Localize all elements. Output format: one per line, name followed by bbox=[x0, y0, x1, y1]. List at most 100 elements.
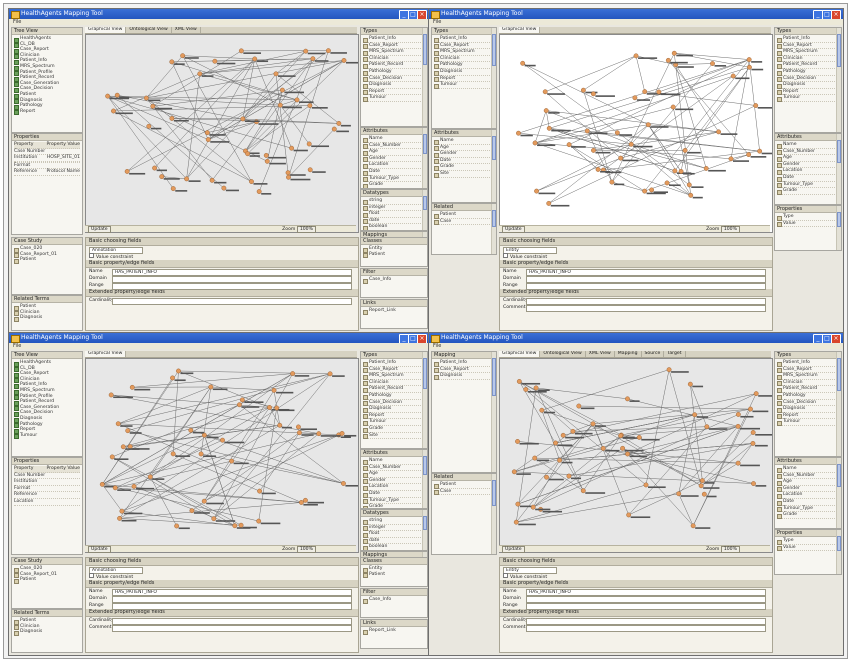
graph-node[interactable] bbox=[298, 500, 304, 505]
graph-node[interactable] bbox=[614, 130, 620, 136]
side-panel-item[interactable]: Patient_Info bbox=[363, 36, 425, 43]
side-panel-item[interactable]: Patient bbox=[434, 482, 494, 489]
mini-panel-item[interactable]: Patient bbox=[363, 572, 425, 578]
section-basic-property[interactable]: Basic property/edge fields bbox=[500, 580, 772, 588]
side-panel-title[interactable]: Types bbox=[432, 28, 496, 35]
graph-node[interactable] bbox=[336, 120, 342, 126]
graph-node[interactable] bbox=[229, 458, 234, 464]
side-panel-item[interactable]: Diagnosis bbox=[363, 406, 425, 413]
side-panel-title[interactable]: Mapping bbox=[432, 352, 496, 359]
graph-node[interactable] bbox=[341, 58, 347, 63]
related-term-item[interactable]: Diagnosis bbox=[14, 315, 80, 322]
field-input[interactable] bbox=[526, 625, 766, 632]
vertical-scrollbar[interactable] bbox=[422, 510, 427, 550]
scrollbar-thumb[interactable] bbox=[837, 212, 841, 228]
side-panel-item[interactable]: Name bbox=[363, 136, 425, 143]
graph-node[interactable] bbox=[211, 516, 217, 522]
graph-node[interactable] bbox=[339, 431, 345, 436]
graph-node[interactable] bbox=[297, 430, 302, 436]
side-panel-item[interactable]: Location bbox=[363, 484, 425, 491]
side-panel-item[interactable]: Patient_Record bbox=[777, 386, 839, 393]
side-panel-item[interactable]: MRS_Spectrum bbox=[363, 373, 425, 380]
graph-node[interactable] bbox=[127, 444, 133, 450]
graph-node[interactable] bbox=[131, 483, 137, 489]
graph-node[interactable] bbox=[557, 457, 562, 463]
graph-node[interactable] bbox=[530, 504, 536, 510]
side-panel-title[interactable]: Attributes bbox=[775, 134, 841, 141]
case-study-item[interactable]: Patient bbox=[14, 577, 80, 584]
side-panel-item[interactable]: Tumour bbox=[777, 95, 839, 102]
graph-node[interactable] bbox=[306, 141, 312, 147]
side-panel-item[interactable]: Type bbox=[777, 538, 839, 545]
graph-node[interactable] bbox=[716, 129, 721, 135]
properties-row[interactable]: Location bbox=[14, 499, 80, 506]
side-panel-item[interactable]: Tumour bbox=[363, 95, 425, 102]
vertical-scrollbar[interactable] bbox=[836, 134, 841, 204]
vertical-scrollbar[interactable] bbox=[491, 204, 496, 254]
side-panel-title[interactable]: Datatypes bbox=[361, 190, 427, 197]
graph-node[interactable] bbox=[221, 185, 227, 191]
graph-node[interactable] bbox=[546, 125, 552, 131]
scrollbar-thumb[interactable] bbox=[492, 136, 496, 160]
ontology-graph[interactable] bbox=[86, 359, 358, 545]
graph-node[interactable] bbox=[201, 498, 207, 504]
side-panel-item[interactable]: Location bbox=[777, 492, 839, 499]
graph-node[interactable] bbox=[109, 454, 115, 460]
graph-node[interactable] bbox=[271, 387, 277, 393]
graph-node[interactable] bbox=[671, 50, 677, 56]
side-panel-item[interactable]: Grade bbox=[363, 426, 425, 433]
vertical-scrollbar[interactable] bbox=[836, 458, 841, 528]
graph-node[interactable] bbox=[264, 158, 270, 164]
scrollbar-thumb[interactable] bbox=[492, 210, 496, 227]
graph-node[interactable] bbox=[544, 474, 549, 480]
properties-column-header[interactable]: Property bbox=[14, 466, 46, 472]
vertical-scrollbar[interactable] bbox=[836, 206, 841, 250]
graph-node[interactable] bbox=[632, 95, 638, 101]
graph-node[interactable] bbox=[692, 412, 698, 418]
graph-node[interactable] bbox=[176, 368, 181, 374]
graph-node[interactable] bbox=[274, 405, 280, 411]
side-panel-item[interactable]: Type bbox=[777, 214, 839, 221]
canvas-tab[interactable]: Graphical View bbox=[85, 27, 127, 33]
graph-node[interactable] bbox=[277, 102, 283, 108]
graph-node[interactable] bbox=[566, 142, 572, 148]
vertical-scrollbar[interactable] bbox=[491, 130, 496, 202]
side-panel-item[interactable]: Diagnosis bbox=[434, 69, 494, 76]
graph-node[interactable] bbox=[117, 515, 122, 521]
scrollbar-thumb[interactable] bbox=[423, 196, 427, 210]
graph-node[interactable] bbox=[111, 108, 116, 114]
graph-node[interactable] bbox=[672, 168, 678, 174]
side-panel-item[interactable]: Name bbox=[777, 466, 839, 473]
tree-item[interactable]: Tumour bbox=[14, 433, 80, 439]
vertical-scrollbar[interactable] bbox=[836, 352, 841, 456]
side-panel-item[interactable]: MRS_Spectrum bbox=[434, 49, 494, 56]
side-panel-item[interactable]: Patient_Info bbox=[777, 360, 839, 367]
update-button[interactable]: Update bbox=[88, 546, 111, 553]
properties-column-header[interactable]: Property bbox=[14, 142, 46, 148]
vertical-scrollbar[interactable] bbox=[836, 530, 841, 574]
side-panel-item[interactable]: Age bbox=[363, 471, 425, 478]
checkbox[interactable] bbox=[503, 253, 508, 258]
vertical-scrollbar[interactable] bbox=[422, 128, 427, 188]
graph-node[interactable] bbox=[238, 48, 244, 54]
graph-node[interactable] bbox=[753, 391, 759, 397]
graph-node[interactable] bbox=[595, 167, 601, 172]
graph-node[interactable] bbox=[625, 396, 630, 402]
properties-column-header[interactable]: Property Value bbox=[46, 466, 80, 472]
vertical-scrollbar[interactable] bbox=[491, 474, 496, 554]
side-panel-item[interactable]: Name bbox=[363, 458, 425, 465]
graph-node[interactable] bbox=[327, 371, 333, 377]
graph-node[interactable] bbox=[146, 123, 152, 129]
graph-node[interactable] bbox=[735, 423, 741, 429]
related-terms-tab[interactable]: Related Terms bbox=[12, 610, 82, 617]
graph-node[interactable] bbox=[750, 441, 756, 446]
graph-node[interactable] bbox=[520, 60, 526, 66]
graph-node[interactable] bbox=[533, 385, 539, 391]
side-panel-item[interactable]: Date bbox=[777, 175, 839, 182]
graph-node[interactable] bbox=[609, 179, 615, 185]
graph-node[interactable] bbox=[546, 200, 552, 206]
graph-node[interactable] bbox=[331, 126, 337, 132]
side-panel-item[interactable]: boolean bbox=[363, 224, 425, 230]
graph-node[interactable] bbox=[566, 473, 572, 479]
title-bar[interactable]: HealthAgents Mapping Tool _ □ × bbox=[429, 9, 843, 20]
